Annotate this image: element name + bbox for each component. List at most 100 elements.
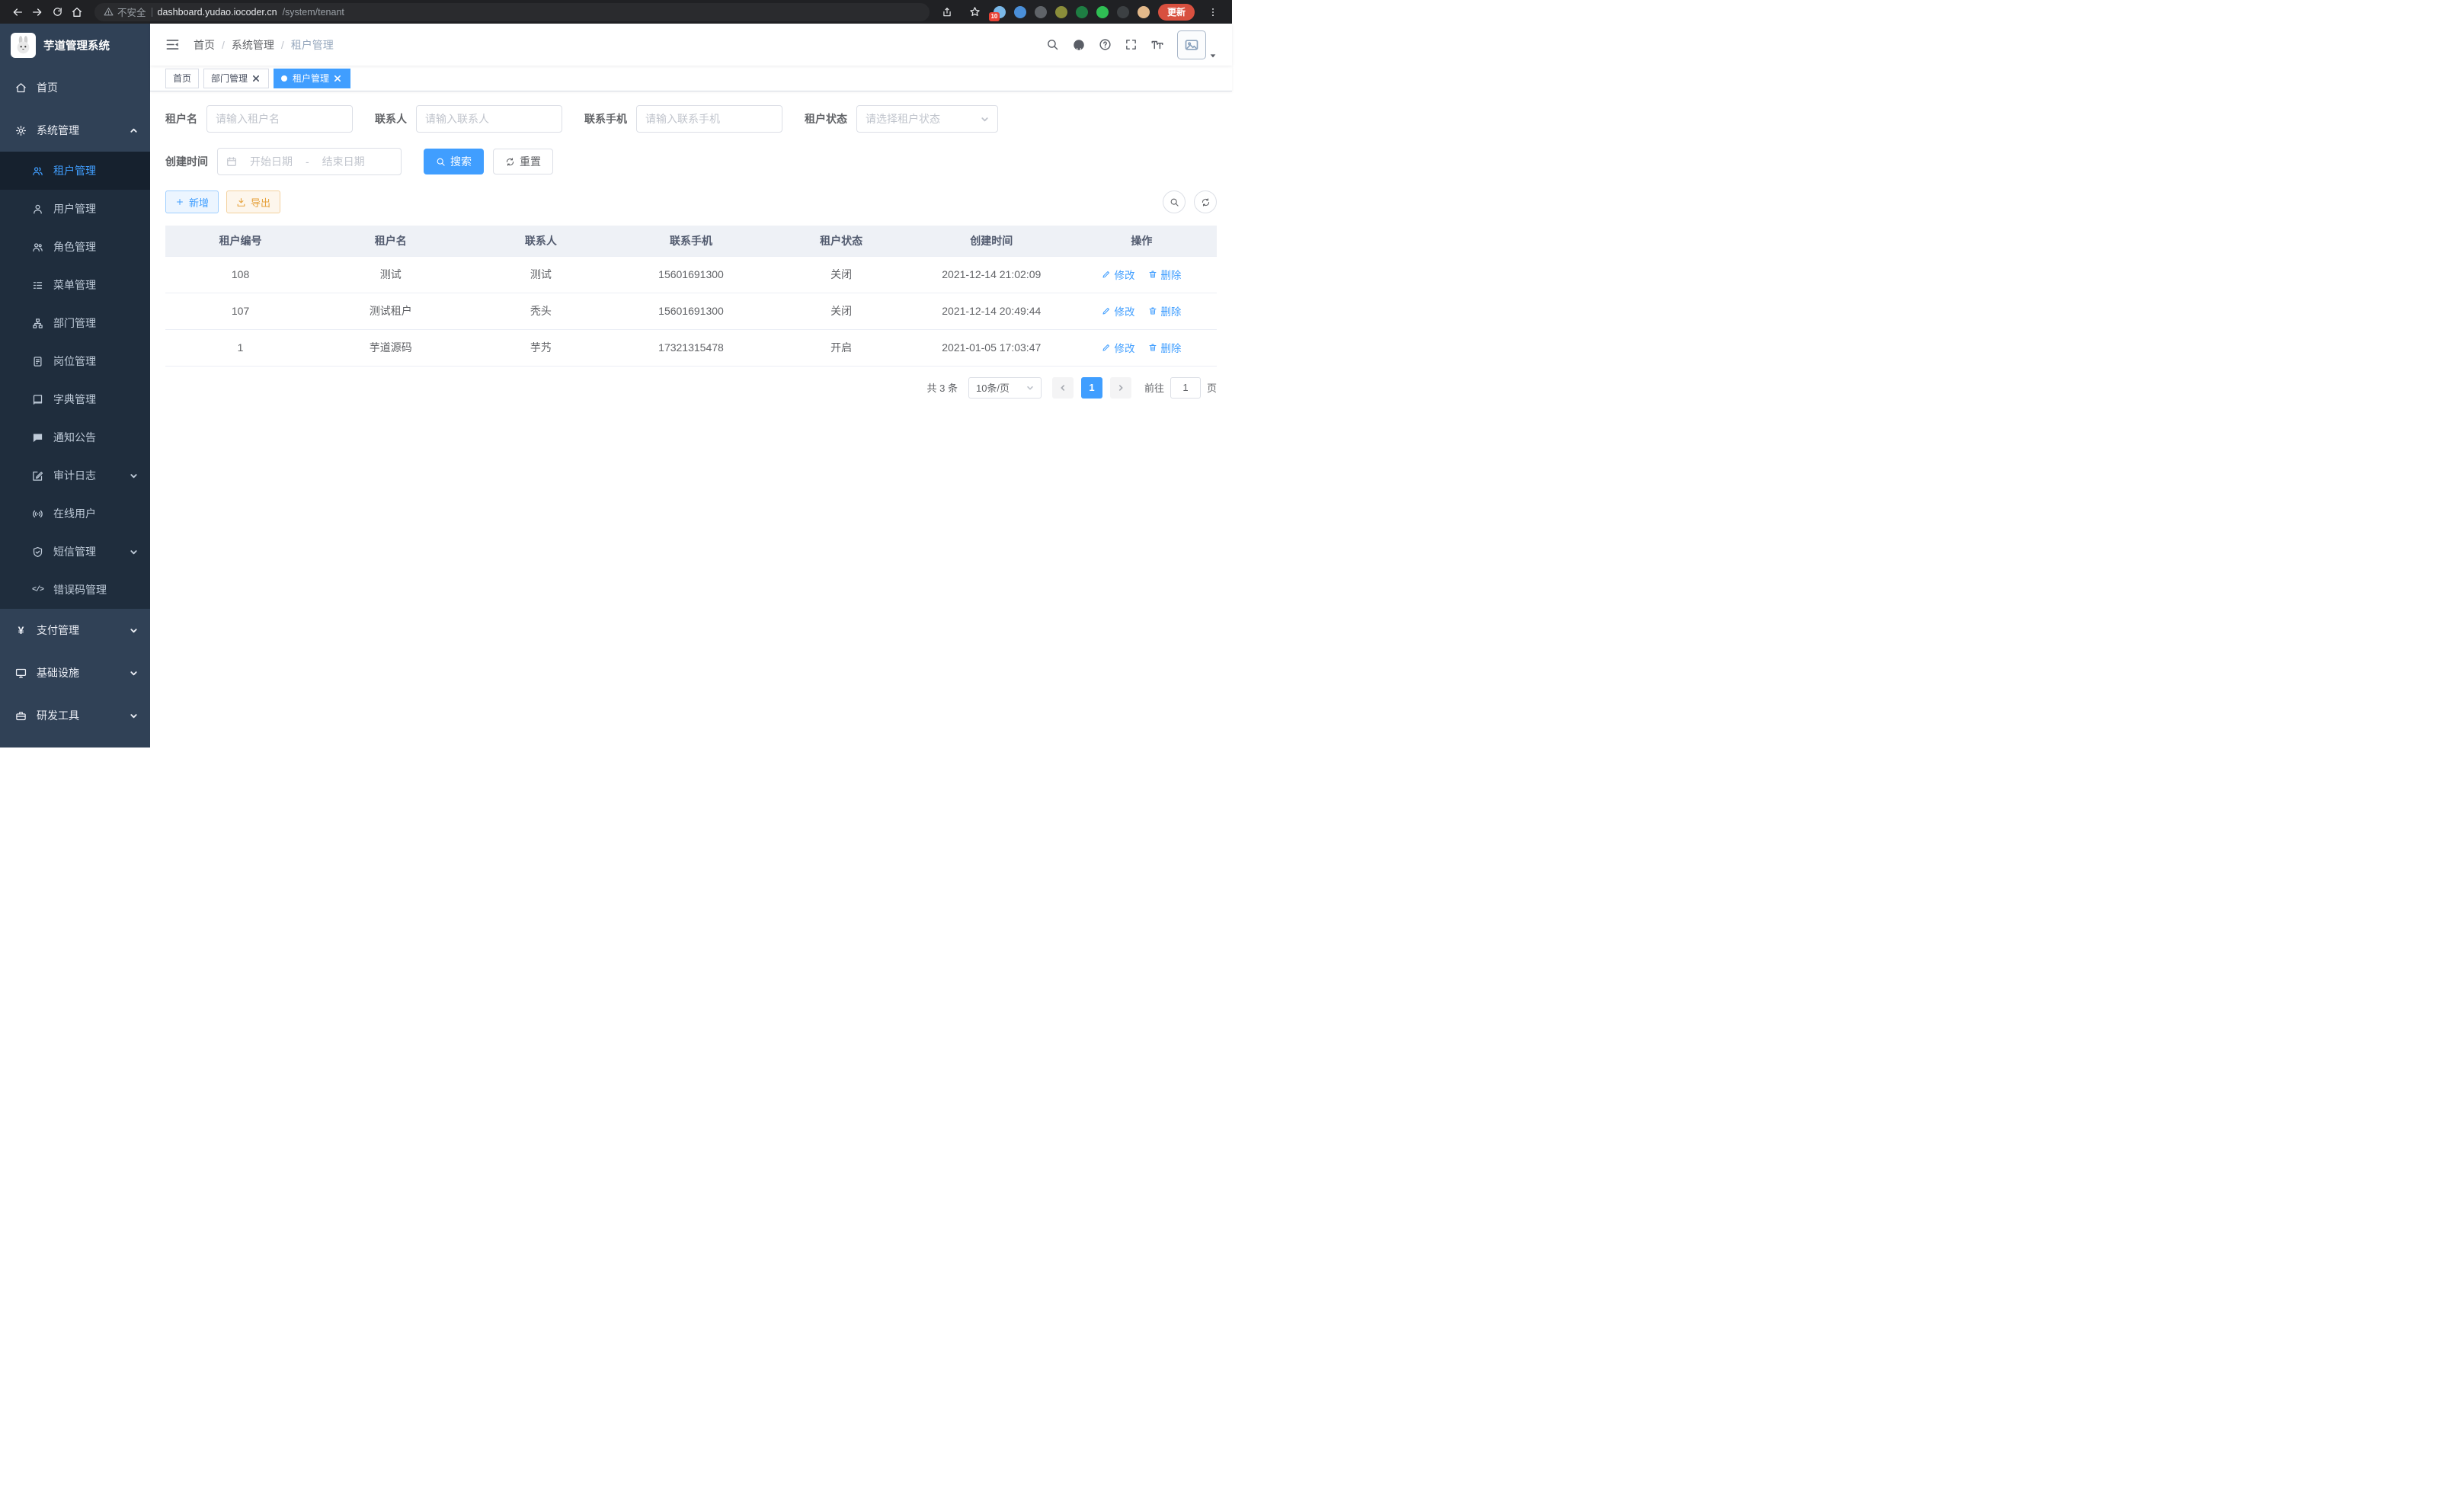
sidebar-item-error-code[interactable]: </> 错误码管理 <box>0 571 150 609</box>
delete-link[interactable]: 删除 <box>1148 340 1181 355</box>
sidebar-item-tenant[interactable]: 租户管理 <box>0 152 150 190</box>
logo-rabbit-icon <box>11 33 36 58</box>
sidebar-collapse-icon[interactable] <box>165 37 180 52</box>
edit-link[interactable]: 修改 <box>1102 267 1134 282</box>
tab-dept[interactable]: 部门管理 <box>203 69 269 88</box>
download-icon <box>236 197 246 207</box>
filter-mobile: 联系手机 <box>584 105 782 133</box>
app-logo[interactable]: 芋道管理系统 <box>0 24 150 66</box>
link-label: 修改 <box>1114 340 1134 355</box>
extension-icon-6[interactable] <box>1096 6 1109 18</box>
sidebar-item-infra[interactable]: 基础设施 <box>0 651 150 694</box>
tab-label: 部门管理 <box>211 72 248 85</box>
current-page[interactable]: 1 <box>1081 377 1102 399</box>
add-button[interactable]: 新增 <box>165 190 219 213</box>
sidebar-item-label: 用户管理 <box>53 201 96 216</box>
field-label: 创建时间 <box>165 154 208 169</box>
extension-icon-2[interactable] <box>1014 6 1026 18</box>
filter-row-2: 创建时间 开始日期 - 结束日期 搜索 重置 <box>165 148 1217 175</box>
export-button[interactable]: 导出 <box>226 190 280 213</box>
cell-contact: 芋艿 <box>466 329 616 366</box>
cell-tenant-name: 测试租户 <box>315 293 466 329</box>
search-button[interactable]: 搜索 <box>424 149 484 174</box>
refresh-table-button[interactable] <box>1194 190 1217 213</box>
breadcrumb-home[interactable]: 首页 <box>194 37 215 53</box>
status-select[interactable]: 请选择租户状态 <box>856 105 998 133</box>
contact-input[interactable] <box>425 113 553 125</box>
sidebar-item-label: 短信管理 <box>53 544 96 559</box>
breadcrumb-system[interactable]: 系统管理 <box>232 37 274 53</box>
sidebar-item-home[interactable]: 首页 <box>0 66 150 109</box>
goto-page-input[interactable] <box>1170 377 1201 399</box>
sidebar-item-dict[interactable]: 字典管理 <box>0 380 150 418</box>
date-range-picker[interactable]: 开始日期 - 结束日期 <box>217 148 402 175</box>
tab-tenant[interactable]: 租户管理 <box>274 69 350 88</box>
sidebar-item-audit-log[interactable]: 审计日志 <box>0 456 150 495</box>
security-warning[interactable]: 不安全 <box>104 5 146 19</box>
browser-home-button[interactable] <box>67 2 87 22</box>
browser-menu-kebab-icon[interactable] <box>1203 2 1223 22</box>
close-icon[interactable] <box>332 73 343 84</box>
bookmark-star-icon[interactable] <box>965 2 985 22</box>
sidebar-item-system[interactable]: 系统管理 <box>0 109 150 152</box>
sidebar-item-notice[interactable]: 通知公告 <box>0 418 150 456</box>
chat-bubble-icon <box>32 432 43 443</box>
reset-button[interactable]: 重置 <box>493 149 553 174</box>
trash-icon <box>1148 270 1157 279</box>
extension-icon-4[interactable] <box>1055 6 1067 18</box>
extension-icon-1[interactable]: 10 <box>994 6 1006 18</box>
avatar[interactable] <box>1177 30 1206 59</box>
extension-icon-7[interactable] <box>1117 6 1129 18</box>
edit-link[interactable]: 修改 <box>1102 303 1134 319</box>
edit-pencil-icon <box>1102 270 1111 279</box>
sidebar-item-post[interactable]: 岗位管理 <box>0 342 150 380</box>
cell-status: 开启 <box>766 329 917 366</box>
font-size-icon[interactable] <box>1150 38 1164 52</box>
browser-forward-button[interactable] <box>27 2 47 22</box>
tab-home[interactable]: 首页 <box>165 69 199 88</box>
cell-mobile: 17321315478 <box>616 329 766 366</box>
fullscreen-icon[interactable] <box>1125 38 1138 51</box>
browser-update-button[interactable]: 更新 <box>1158 4 1195 21</box>
sidebar-item-online-users[interactable]: 在线用户 <box>0 495 150 533</box>
edit-link[interactable]: 修改 <box>1102 340 1134 355</box>
toggle-search-button[interactable] <box>1163 190 1186 213</box>
delete-link[interactable]: 删除 <box>1148 303 1181 319</box>
browser-reload-button[interactable] <box>47 2 67 22</box>
page-size-select[interactable]: 10条/页 <box>968 377 1042 399</box>
share-icon[interactable] <box>937 2 957 22</box>
sidebar-item-dev-tools[interactable]: 研发工具 <box>0 694 150 737</box>
help-icon[interactable] <box>1099 38 1112 51</box>
extension-icon-5[interactable] <box>1076 6 1088 18</box>
page-content: 租户名 联系人 联系手机 租户状态 请选择租户状态 <box>150 91 1232 748</box>
delete-link[interactable]: 删除 <box>1148 267 1181 282</box>
tenant-table: 租户编号 租户名 联系人 联系手机 租户状态 创建时间 操作 108 测试 测试 <box>165 226 1217 367</box>
role-users-icon <box>32 242 43 253</box>
browser-back-button[interactable] <box>8 2 27 22</box>
next-page-button[interactable] <box>1110 377 1131 399</box>
search-icon[interactable] <box>1046 38 1059 51</box>
sidebar-item-menu[interactable]: 菜单管理 <box>0 266 150 304</box>
mobile-input[interactable] <box>645 113 773 125</box>
extension-icon-8[interactable] <box>1138 6 1150 18</box>
cell-created: 2021-12-14 21:02:09 <box>917 256 1067 293</box>
sidebar-item-user[interactable]: 用户管理 <box>0 190 150 228</box>
online-signal-icon <box>32 508 43 520</box>
extension-icon-3[interactable] <box>1035 6 1047 18</box>
browser-actions: 10 更新 <box>937 2 1224 22</box>
column-header: 联系手机 <box>616 226 766 256</box>
user-menu[interactable] <box>1177 30 1217 59</box>
close-icon[interactable] <box>251 73 261 84</box>
prev-page-button[interactable] <box>1052 377 1074 399</box>
sidebar-item-dept[interactable]: 部门管理 <box>0 304 150 342</box>
github-icon[interactable] <box>1072 38 1086 52</box>
sidebar-item-label: 错误码管理 <box>53 582 107 597</box>
cell-tenant-id: 1 <box>165 329 315 366</box>
sidebar-item-role[interactable]: 角色管理 <box>0 228 150 266</box>
sidebar-item-payment[interactable]: ¥ 支付管理 <box>0 609 150 651</box>
yen-icon: ¥ <box>15 624 27 636</box>
link-label: 删除 <box>1160 303 1181 319</box>
sidebar-item-sms[interactable]: 短信管理 <box>0 533 150 571</box>
address-bar[interactable]: 不安全 dashboard.yudao.iocoder.cn /system/t… <box>94 3 930 21</box>
tenant-name-input[interactable] <box>216 113 344 125</box>
